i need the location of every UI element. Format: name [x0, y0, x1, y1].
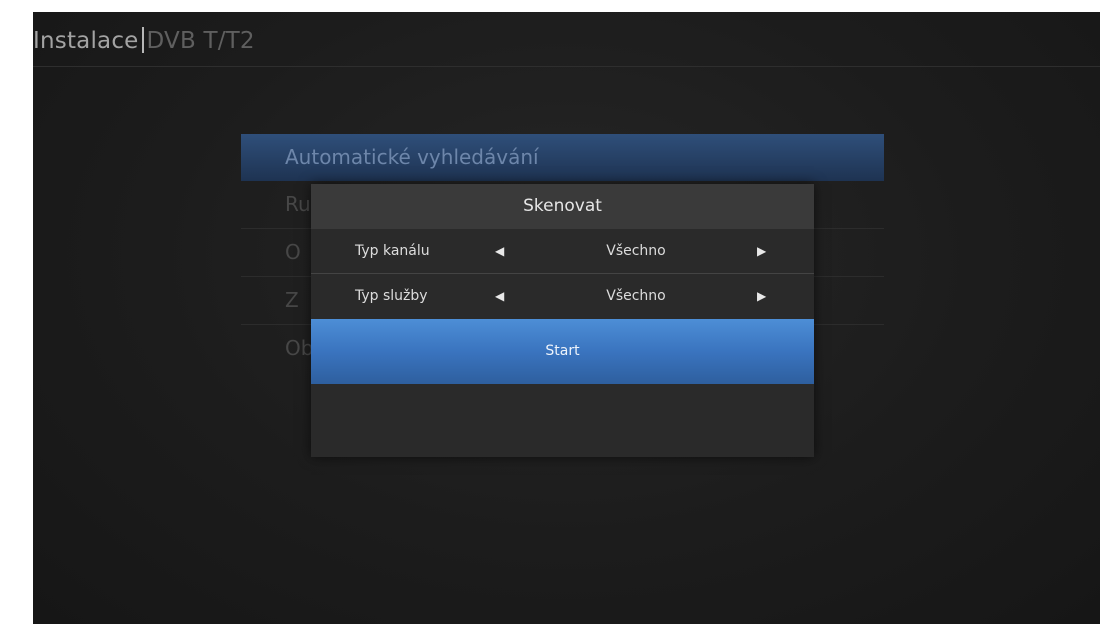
header-bar: Instalace DVB T/T2 [33, 12, 1100, 67]
menu-item-label: Automatické vyhledávání [285, 145, 539, 169]
header-subtitle: DVB T/T2 [146, 28, 255, 54]
page-title: Instalace DVB T/T2 [33, 27, 255, 54]
right-arrow-icon[interactable]: ▶ [757, 274, 766, 318]
start-button[interactable]: Start [311, 319, 814, 384]
scan-dialog: Skenovat Typ kanálu ◀ Všechno ▶ Typ služ… [311, 184, 814, 457]
channel-type-value: Všechno [606, 243, 666, 259]
left-arrow-icon[interactable]: ◀ [495, 229, 504, 273]
menu-item-label: Ru [285, 192, 311, 216]
header-title: Instalace [33, 28, 139, 54]
dialog-title: Skenovat [311, 184, 814, 229]
service-type-row[interactable]: Typ služby ◀ Všechno ▶ [311, 274, 814, 319]
channel-type-row[interactable]: Typ kanálu ◀ Všechno ▶ [311, 229, 814, 274]
left-arrow-icon[interactable]: ◀ [495, 274, 504, 318]
right-arrow-icon[interactable]: ▶ [757, 229, 766, 273]
service-type-value: Všechno [606, 288, 666, 304]
menu-item-auto-search[interactable]: Automatické vyhledávání [241, 134, 884, 181]
menu-item-label: Ob [285, 336, 314, 360]
channel-type-label: Typ kanálu [355, 243, 430, 259]
service-type-label: Typ služby [355, 288, 428, 304]
tv-screen: Instalace DVB T/T2 Automatické vyhledáván… [33, 12, 1100, 624]
menu-item-label: Z [285, 288, 299, 312]
menu-item-label: O [285, 240, 301, 264]
title-separator [141, 27, 144, 53]
